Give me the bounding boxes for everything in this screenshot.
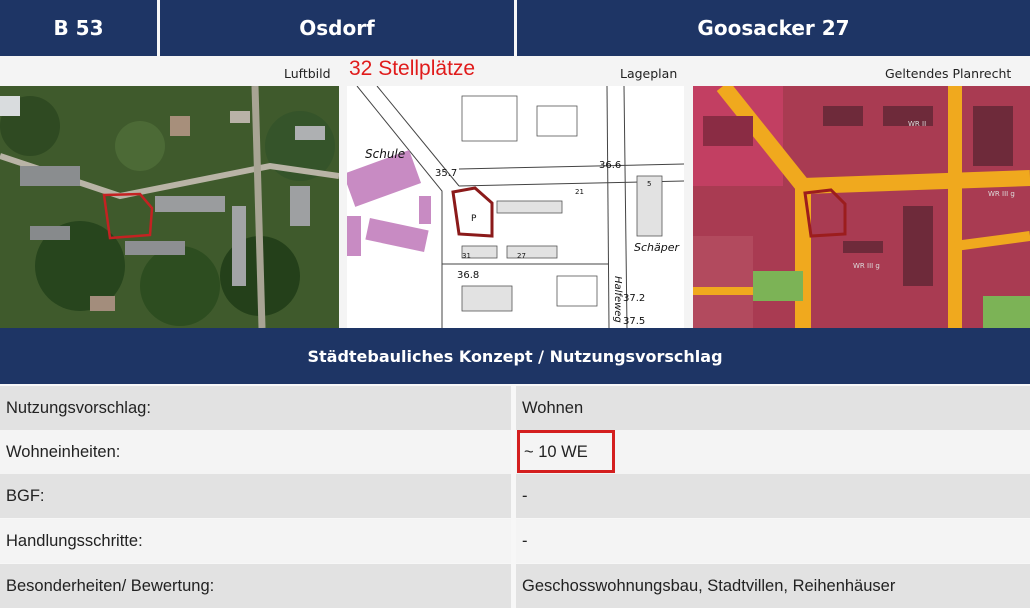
svg-text:5: 5 — [647, 180, 651, 188]
svg-text:37.5: 37.5 — [623, 316, 645, 327]
table-row: BGF: - — [0, 474, 1030, 518]
highlight-box — [517, 430, 615, 473]
row-label: Nutzungsvorschlag: — [0, 386, 511, 430]
svg-text:WR II: WR II — [908, 120, 926, 128]
svg-text:Schäper: Schäper — [634, 241, 680, 254]
section-title: Städtebauliches Konzept / Nutzungsvorsch… — [0, 328, 1030, 384]
svg-text:WR III g: WR III g — [853, 262, 880, 270]
svg-text:37.2: 37.2 — [623, 293, 645, 304]
svg-text:P: P — [471, 214, 477, 224]
row-value: - — [516, 519, 1030, 563]
aerial-photo — [0, 86, 339, 328]
plan-code: B 53 — [0, 0, 157, 56]
table-row: Nutzungsvorschlag: Wohnen — [0, 386, 1030, 430]
svg-text:27: 27 — [517, 252, 526, 260]
row-value: Geschosswohnungsbau, Stadtvillen, Reihen… — [516, 564, 1030, 608]
zoning-plan-map: WR II WR III g WR III g — [693, 86, 1030, 328]
header-bar: B 53 Osdorf Goosacker 27 — [0, 0, 1030, 56]
row-value: Wohnen — [516, 386, 1030, 430]
site-plan-map: P Schule 35.7 36.6 36.8 37.2 37.5 31 27 … — [347, 86, 684, 328]
row-label: BGF: — [0, 474, 511, 518]
site-plan-caption: Lageplan — [620, 66, 678, 81]
svg-text:WR III g: WR III g — [988, 190, 1015, 198]
row-label: Handlungsschritte: — [0, 519, 511, 563]
aerial-caption: Luftbild — [284, 66, 331, 81]
zoning-caption: Geltendes Planrecht — [885, 66, 1012, 81]
svg-text:36.8: 36.8 — [457, 270, 479, 281]
district-name: Osdorf — [160, 0, 514, 56]
row-label: Wohneinheiten: — [0, 430, 511, 474]
svg-text:31: 31 — [462, 252, 471, 260]
row-value: - — [516, 474, 1030, 518]
map-images-strip: Luftbild 32 Stellplätze Lageplan Geltend… — [0, 56, 1030, 328]
svg-text:21: 21 — [575, 188, 584, 196]
svg-text:35.7: 35.7 — [435, 168, 457, 179]
table-row: Handlungsschritte: - — [0, 519, 1030, 563]
table-row: Wohneinheiten: ~ 10 WE — [0, 430, 1030, 474]
table-row: Besonderheiten/ Bewertung: Geschosswohnu… — [0, 564, 1030, 608]
svg-text:Schule: Schule — [365, 147, 405, 161]
svg-text:36.6: 36.6 — [599, 160, 621, 171]
row-label: Besonderheiten/ Bewertung: — [0, 564, 511, 608]
parking-count-note: 32 Stellplätze — [349, 57, 476, 80]
svg-text:Halfeweg: Halfeweg — [612, 276, 623, 323]
street-address: Goosacker 27 — [517, 0, 1030, 56]
